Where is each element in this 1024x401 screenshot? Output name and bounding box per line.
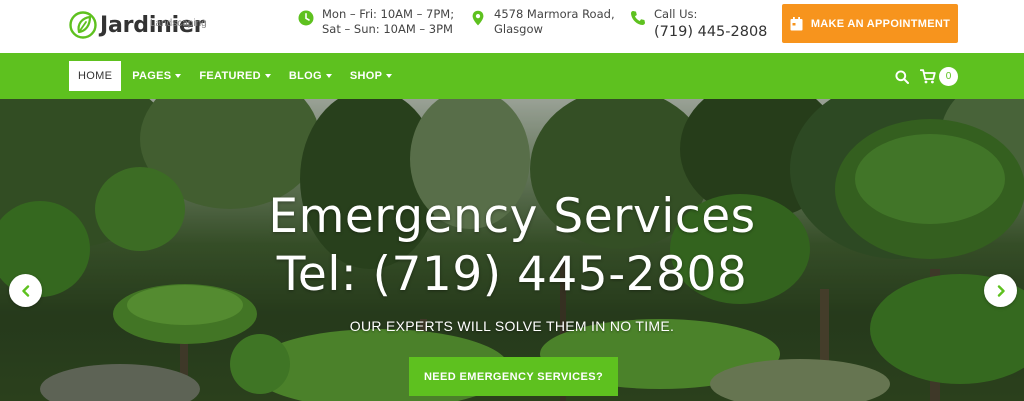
address: 4578 Marmora Road, Glasgow <box>470 7 615 37</box>
nav-item-featured[interactable]: FEATURED <box>199 61 271 91</box>
hero-title: Emergency Services <box>268 189 756 244</box>
address-street: 4578 Marmora Road, <box>494 7 615 21</box>
chevron-down-icon <box>386 74 393 78</box>
site-header: Jardinier Landscaping Mon – Fri: 10AM – … <box>0 0 1024 53</box>
nav-item-blog[interactable]: BLOG <box>289 61 332 91</box>
hero-phone-title: Tel: (719) 445-2808 <box>276 247 748 302</box>
emergency-services-button[interactable]: NEED EMERGENCY SERVICES? <box>409 357 618 396</box>
main-navigation: HOME PAGES FEATURED BLOG SHOP <box>0 53 1024 99</box>
call-label: Call Us: <box>654 7 698 21</box>
chevron-down-icon <box>325 74 332 78</box>
call-us: Call Us: (719) 445-2808 <box>630 7 767 42</box>
hours-weekdays: Mon – Fri: 10AM – 7PM; <box>322 7 455 21</box>
slider-next-button[interactable] <box>984 274 1017 307</box>
nav-item-label: HOME <box>78 70 113 82</box>
map-pin-icon <box>472 10 484 26</box>
opening-hours: Mon – Fri: 10AM – 7PM; Sat – Sun: 10AM –… <box>298 7 454 37</box>
hero-slider: Emergency Services Tel: (719) 445-2808 O… <box>0 99 1024 401</box>
slider-prev-button[interactable] <box>9 274 42 307</box>
chevron-left-icon <box>21 284 29 297</box>
clock-icon <box>298 10 314 26</box>
leaf-logo-icon <box>69 11 97 39</box>
search-icon[interactable] <box>895 70 909 84</box>
hero-subtitle: OUR EXPERTS WILL SOLVE THEM IN NO TIME. <box>349 318 675 334</box>
cart-count-badge[interactable]: 0 <box>939 67 958 86</box>
chevron-down-icon <box>264 74 271 78</box>
phone-number[interactable]: (719) 445-2808 <box>654 22 767 42</box>
cart-icon[interactable] <box>920 69 936 84</box>
nav-item-label: FEATURED <box>199 70 261 82</box>
make-appointment-button[interactable]: MAKE AN APPOINTMENT <box>782 4 958 43</box>
nav-item-label: PAGES <box>132 70 172 82</box>
chevron-down-icon <box>175 74 182 78</box>
nav-item-label: BLOG <box>288 70 322 82</box>
nav-item-shop[interactable]: SHOP <box>349 61 393 91</box>
phone-icon <box>631 11 645 25</box>
logo-tagline: Landscaping <box>150 18 207 29</box>
chevron-right-icon <box>997 284 1005 297</box>
address-city: Glasgow <box>494 22 543 36</box>
hours-weekend: Sat – Sun: 10AM – 3PM <box>322 22 453 36</box>
nav-menu: HOME PAGES FEATURED BLOG SHOP <box>69 61 410 91</box>
calendar-icon <box>790 16 803 30</box>
appointment-label: MAKE AN APPOINTMENT <box>810 17 951 30</box>
nav-item-home[interactable]: HOME <box>69 61 122 91</box>
nav-item-pages[interactable]: PAGES <box>132 61 182 91</box>
nav-item-label: SHOP <box>349 70 383 82</box>
